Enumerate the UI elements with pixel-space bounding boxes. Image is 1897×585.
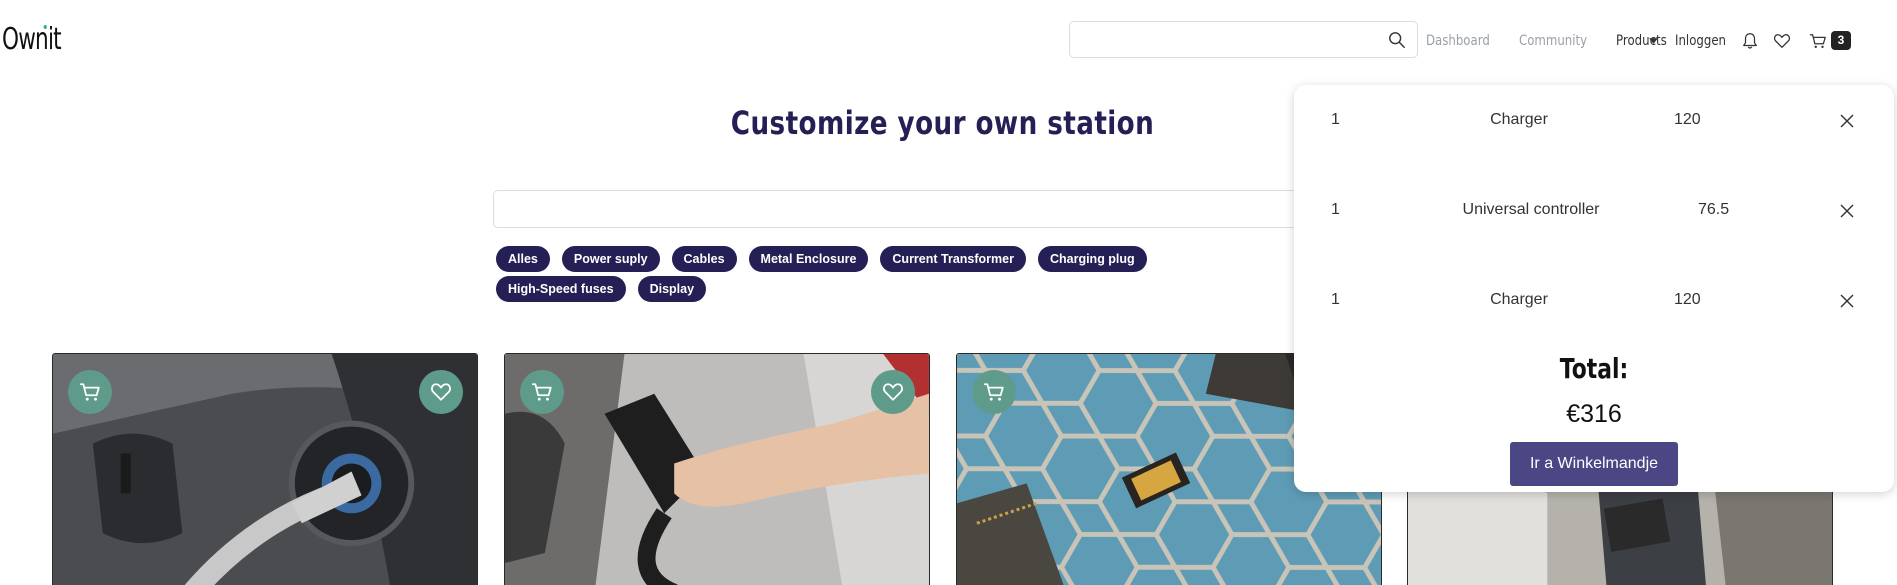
cart-item-name: Charger: [1490, 111, 1548, 128]
product-image: [53, 354, 477, 585]
cart-count-badge: 3: [1831, 31, 1851, 50]
cart-dropdown: 1 Charger 120 1 Universal controller 76.…: [1294, 85, 1894, 492]
remove-item-close-icon[interactable]: [1838, 112, 1856, 130]
go-to-cart-button[interactable]: Ir a Winkelmandje: [1510, 442, 1678, 486]
remove-item-close-icon[interactable]: [1838, 202, 1856, 220]
nav-links: Dashboard Community Products Inloggen: [1426, 26, 1726, 56]
product-card[interactable]: [504, 353, 930, 585]
filter-chip-high-speed-fuses[interactable]: High-Speed fuses: [496, 276, 626, 302]
heart-icon: [883, 383, 903, 401]
filter-chip-current-transformer[interactable]: Current Transformer: [880, 246, 1026, 272]
cart-item-row: 1 Charger 120: [1294, 286, 1894, 316]
filter-chip-display[interactable]: Display: [637, 276, 707, 302]
logo-dot: [43, 25, 47, 29]
add-to-favorites-button[interactable]: [871, 370, 915, 414]
brand-logo[interactable]: Ownit: [2, 22, 62, 58]
cart-total-label: Total:: [1559, 352, 1629, 385]
cart-item-row: 1 Universal controller 76.5: [1294, 196, 1894, 226]
filter-chip-metal-enclosure[interactable]: Metal Enclosure: [748, 246, 869, 272]
cart-item-price: 120: [1674, 291, 1701, 308]
header-search-input[interactable]: [1069, 21, 1418, 58]
chevron-down-icon[interactable]: [1649, 38, 1658, 44]
heart-icon[interactable]: [1773, 32, 1791, 50]
nav-link-community[interactable]: Community: [1519, 33, 1588, 49]
filter-chip-cables[interactable]: Cables: [671, 246, 737, 272]
cart-item-quantity: 1: [1331, 291, 1340, 308]
cart-total-value: €316: [1566, 400, 1622, 428]
heart-icon: [431, 383, 451, 401]
cart-item-row: 1 Charger 120: [1294, 106, 1894, 136]
cart-item-quantity: 1: [1331, 201, 1340, 218]
cart-item-name: Universal controller: [1462, 201, 1600, 218]
search-icon[interactable]: [1388, 31, 1406, 49]
nav-link-login[interactable]: Inloggen: [1675, 33, 1730, 49]
filter-chip-alles[interactable]: Alles: [496, 246, 550, 272]
filter-chip-charging-plug[interactable]: Charging plug: [1037, 246, 1147, 272]
add-to-cart-button[interactable]: [972, 370, 1016, 414]
cart-item-quantity: 1: [1331, 111, 1340, 128]
add-to-cart-button[interactable]: [520, 370, 564, 414]
bell-icon[interactable]: [1741, 32, 1759, 50]
logo-text: Ownit: [2, 22, 62, 57]
cart-icon[interactable]: [1809, 32, 1827, 50]
cart-item-price: 120: [1674, 111, 1701, 128]
nav-link-dashboard[interactable]: Dashboard: [1426, 33, 1492, 49]
cart-icon: [80, 383, 100, 401]
filter-chip-power-suply[interactable]: Power suply: [561, 246, 660, 272]
product-image: [505, 354, 929, 585]
cart-icon: [532, 383, 552, 401]
cart-icon: [984, 383, 1004, 401]
cart-item-price: 76.5: [1698, 201, 1730, 218]
remove-item-close-icon[interactable]: [1838, 292, 1856, 310]
filter-chips: Alles Power suply Cables Metal Enclosure…: [494, 246, 1284, 306]
navbar: Ownit Dashboard Community Products Inlog…: [0, 0, 1897, 82]
cart-item-name: Charger: [1490, 291, 1548, 308]
product-search-input[interactable]: [493, 190, 1396, 228]
add-to-favorites-button[interactable]: [419, 370, 463, 414]
product-card[interactable]: [52, 353, 478, 585]
add-to-cart-button[interactable]: [68, 370, 112, 414]
